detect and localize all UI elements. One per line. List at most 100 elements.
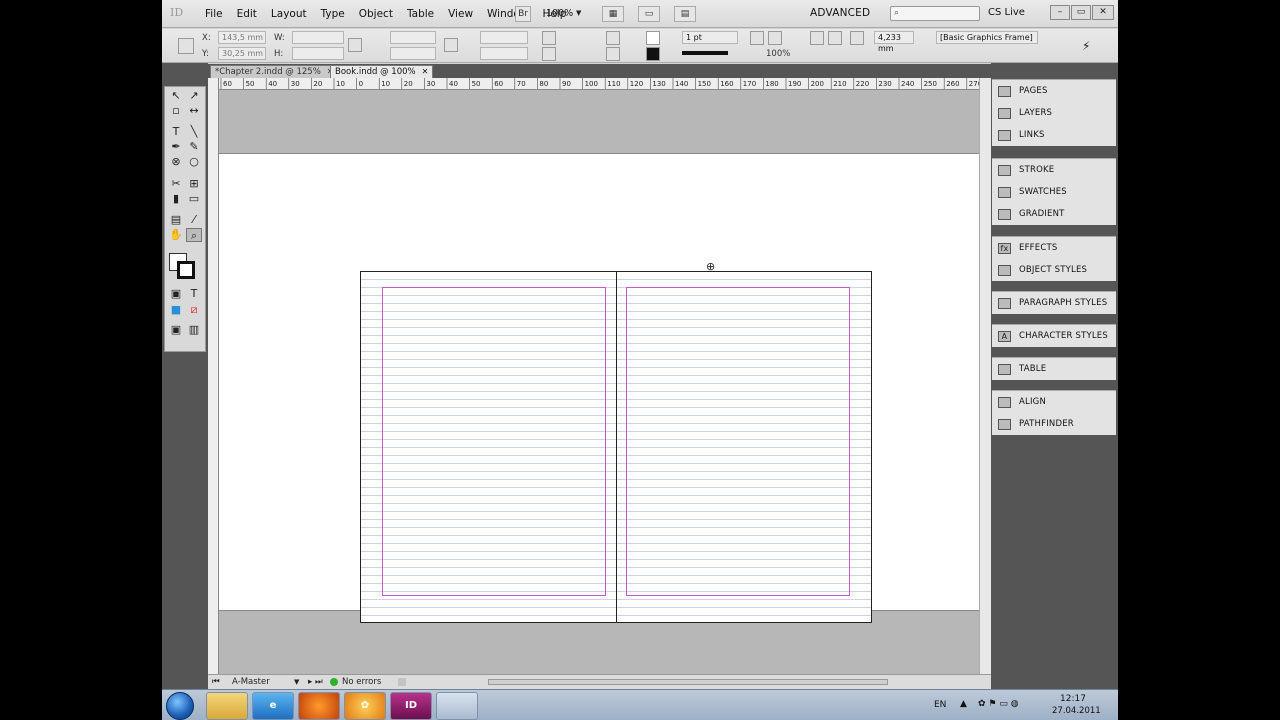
page-number-field[interactable]: A-Master <box>232 675 270 689</box>
zoom-tool-icon[interactable]: ⌕ <box>186 228 202 242</box>
menu-table[interactable]: Table <box>400 8 441 20</box>
formatting-container-icon[interactable]: ▣ <box>168 287 184 301</box>
rotate-icon[interactable] <box>542 31 556 45</box>
language-indicator[interactable]: EN <box>934 700 946 710</box>
start-button[interactable] <box>166 692 194 720</box>
drop-shadow-icon[interactable] <box>750 31 764 45</box>
eyedropper-tool-icon[interactable]: ⁄ <box>186 213 202 227</box>
show-hidden-icons-icon[interactable]: ▲ <box>960 699 967 709</box>
chevron-down-icon[interactable]: ▼ <box>294 675 299 689</box>
constrain-proportions-icon[interactable] <box>348 38 362 52</box>
rectangle-frame-tool-icon[interactable]: ⊗ <box>168 155 184 169</box>
arrange-documents-icon[interactable]: ▤ <box>674 6 696 22</box>
normal-view-icon[interactable]: ▣ <box>168 323 184 337</box>
workspace-switcher[interactable]: ADVANCED <box>810 7 870 19</box>
panel-object-styles[interactable]: OBJECT STYLES <box>992 259 1116 281</box>
scale-y-field[interactable] <box>390 47 436 60</box>
select-container-icon[interactable] <box>606 31 620 45</box>
page-tool-icon[interactable]: ▫ <box>168 104 184 118</box>
menu-file[interactable]: File <box>198 8 230 20</box>
firefox-icon[interactable] <box>298 692 340 720</box>
x-field[interactable]: 143,5 mm <box>218 31 266 44</box>
object-style-dropdown[interactable]: [Basic Graphics Frame] <box>936 31 1038 44</box>
fill-swatch-icon[interactable] <box>646 31 660 45</box>
panel-layers[interactable]: LAYERS <box>992 102 1116 124</box>
preflight-menu-icon[interactable] <box>398 678 406 686</box>
text-wrap-alt-icon[interactable] <box>828 31 842 45</box>
panel-swatches[interactable]: SWATCHES <box>992 181 1116 203</box>
hand-tool-icon[interactable]: ✋ <box>168 228 184 242</box>
pencil-tool-icon[interactable]: ✎ <box>186 140 202 154</box>
scale-x-field[interactable] <box>390 31 436 44</box>
left-page[interactable] <box>360 271 616 623</box>
y-field[interactable]: 30,25 mm <box>218 47 266 60</box>
panel-gradient[interactable]: GRADIENT <box>992 203 1116 225</box>
flip-icon[interactable] <box>542 47 556 61</box>
fx-icon[interactable] <box>768 31 782 45</box>
stroke-weight-field[interactable]: 1 pt <box>682 31 738 44</box>
panel-character-styles[interactable]: A CHARACTER STYLES <box>992 325 1116 347</box>
apply-color-icon[interactable]: ■ <box>168 303 184 317</box>
tab-book[interactable]: Book.indd @ 100% ✕ <box>330 65 434 78</box>
menu-type[interactable]: Type <box>314 8 352 20</box>
indesign-taskbar-button[interactable]: ID <box>390 692 432 720</box>
gradient-feather-tool-icon[interactable]: ▭ <box>186 192 202 206</box>
menu-object[interactable]: Object <box>352 8 400 20</box>
select-content-icon[interactable] <box>606 47 620 61</box>
stroke-type-swatch[interactable] <box>682 51 728 55</box>
zoom-level-dropdown[interactable]: 100% <box>546 8 573 19</box>
direct-selection-tool-icon[interactable]: ↗ <box>186 89 202 103</box>
panel-pathfinder[interactable]: PATHFINDER <box>992 413 1116 435</box>
minimize-icon[interactable]: – <box>1050 5 1070 20</box>
view-options-icon[interactable]: ▦ <box>602 6 624 22</box>
internet-explorer-icon[interactable]: e <box>252 692 294 720</box>
horizontal-scrollbar[interactable] <box>488 679 888 685</box>
ellipse-tool-icon[interactable]: ○ <box>186 155 202 169</box>
pen-tool-icon[interactable]: ✒ <box>168 140 184 154</box>
explorer-icon[interactable] <box>206 692 248 720</box>
vertical-scrollbar[interactable] <box>979 78 991 674</box>
panel-align[interactable]: ALIGN <box>992 391 1116 413</box>
gradient-swatch-tool-icon[interactable]: ▮ <box>168 192 184 206</box>
panel-paragraph-styles[interactable]: PARAGRAPH STYLES <box>992 292 1116 314</box>
preflight-status[interactable]: No errors <box>342 675 381 689</box>
rotation-field[interactable] <box>480 31 528 44</box>
bridge-button[interactable]: Br <box>515 6 531 22</box>
w-field[interactable] <box>292 31 344 44</box>
gap-field[interactable]: 4,233 mm <box>874 31 914 53</box>
panel-stroke[interactable]: STROKE <box>992 159 1116 181</box>
next-page-icon[interactable]: ▸ ⏭ <box>308 675 323 689</box>
first-page-icon[interactable]: ⏮ <box>212 675 220 689</box>
note-tool-icon[interactable]: ▤ <box>168 213 184 227</box>
screen-mode-icon[interactable]: ▭ <box>638 6 660 22</box>
free-transform-tool-icon[interactable]: ⊞ <box>186 177 202 191</box>
panel-links[interactable]: LINKS <box>992 124 1116 146</box>
auto-fit-icon[interactable] <box>850 31 864 45</box>
reference-point-icon[interactable] <box>178 38 194 54</box>
menu-edit[interactable]: Edit <box>230 8 264 20</box>
pasteboard[interactable]: ⊕ <box>219 90 979 674</box>
horizontal-ruler[interactable]: 60 50 40 30 20 10 0 10 20 30 40 50 60 70 80 90 100 110 120… <box>219 78 991 90</box>
preview-mode-icon[interactable]: ▥ <box>186 323 202 337</box>
scissors-tool-icon[interactable]: ✂ <box>168 177 184 191</box>
clock-date[interactable]: 27.04.2011 <box>1052 706 1101 716</box>
menu-view[interactable]: View <box>441 8 480 20</box>
h-field[interactable] <box>292 47 344 60</box>
close-icon[interactable]: ✕ <box>422 67 429 76</box>
clock-time[interactable]: 12:17 <box>1060 694 1086 704</box>
panel-effects[interactable]: fx EFFECTS <box>992 237 1116 259</box>
maximize-icon[interactable]: ▭ <box>1071 5 1091 20</box>
lightning-icon[interactable]: ⚡ <box>1082 39 1090 53</box>
user-app-icon[interactable] <box>436 692 478 720</box>
media-app-icon[interactable]: ✿ <box>344 692 386 720</box>
tab-chapter-2[interactable]: *Chapter 2.indd @ 125%✕ <box>210 65 339 78</box>
stroke-swatch-icon[interactable] <box>646 47 660 61</box>
formatting-text-icon[interactable]: T <box>186 287 202 301</box>
close-icon[interactable]: ✕ <box>1092 5 1114 20</box>
vertical-ruler[interactable] <box>208 78 219 674</box>
menu-layout[interactable]: Layout <box>264 8 314 20</box>
link-scale-icon[interactable] <box>444 38 458 52</box>
spread-area[interactable]: ⊕ <box>219 153 979 623</box>
stroke-color-icon[interactable] <box>177 261 195 279</box>
apply-none-icon[interactable]: ⧄ <box>186 303 202 317</box>
